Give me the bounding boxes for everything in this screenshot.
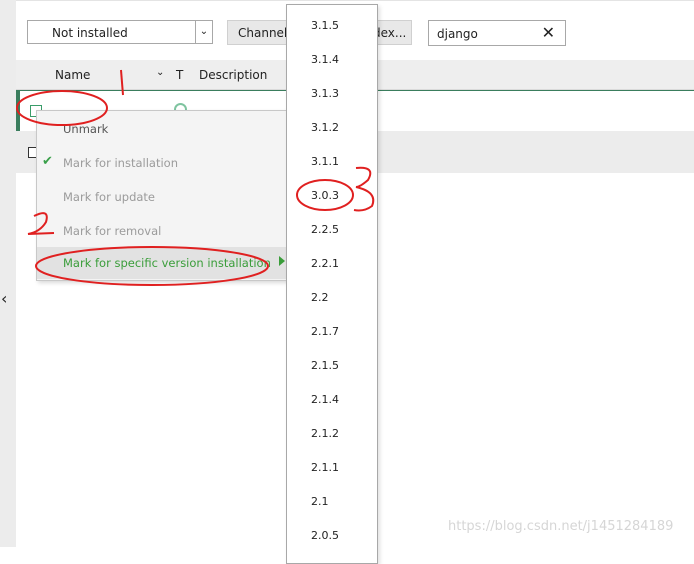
sort-chevron-icon[interactable]: ⌄ <box>156 67 164 78</box>
close-icon[interactable]: ✕ <box>542 23 555 42</box>
version-item[interactable]: 2.2.5 <box>311 223 339 236</box>
column-header-type[interactable]: T <box>176 68 183 82</box>
search-input[interactable]: django ✕ <box>428 20 566 46</box>
menu-item-unmark[interactable]: Unmark <box>63 122 108 136</box>
version-submenu: 3.1.5 3.1.4 3.1.3 3.1.2 3.1.1 3.0.3 2.2.… <box>286 4 378 564</box>
version-item[interactable]: 3.1.5 <box>311 19 339 32</box>
version-item[interactable]: 3.1.4 <box>311 53 339 66</box>
version-item[interactable]: 2.1.2 <box>311 427 339 440</box>
version-item[interactable]: 2.0.5 <box>311 529 339 542</box>
version-item[interactable]: 2.1.5 <box>311 359 339 372</box>
menu-item-mark-for-removal[interactable]: Mark for removal <box>63 224 161 238</box>
version-item[interactable]: 2.2.1 <box>311 257 339 270</box>
check-icon: ✔ <box>42 154 53 169</box>
version-item[interactable]: 3.1.1 <box>311 155 339 168</box>
menu-item-specific-version[interactable]: Mark for specific version installation <box>37 247 287 279</box>
version-item[interactable]: 2.1 <box>311 495 329 508</box>
search-value: django <box>437 27 478 41</box>
environment-filter-select[interactable]: Not installed ⌄ <box>27 20 213 44</box>
version-item[interactable]: 2.1.1 <box>311 461 339 474</box>
version-item[interactable]: 2.1.7 <box>311 325 339 338</box>
menu-item-mark-for-installation[interactable]: Mark for installation <box>63 156 178 170</box>
menu-item-mark-for-update[interactable]: Mark for update <box>63 190 155 204</box>
collapse-chevron-icon[interactable]: ‹ <box>1 291 7 307</box>
version-item[interactable]: 3.1.2 <box>311 121 339 134</box>
chevron-down-icon[interactable]: ⌄ <box>195 21 212 43</box>
version-item[interactable]: 3.0.3 <box>311 189 339 202</box>
submenu-label: Mark for specific version installation <box>63 256 271 270</box>
column-header-description[interactable]: Description <box>199 68 267 82</box>
side-panel-strip <box>0 0 16 547</box>
environment-filter-value: Not installed <box>52 26 128 40</box>
watermark: https://blog.csdn.net/j1451284189 <box>448 519 674 534</box>
version-item[interactable]: 2.1.4 <box>311 393 339 406</box>
version-item[interactable]: 2.2 <box>311 291 329 304</box>
version-item[interactable]: 3.1.3 <box>311 87 339 100</box>
column-header-name[interactable]: Name <box>55 68 90 82</box>
submenu-arrow-icon <box>279 256 285 266</box>
update-index-label: dex... <box>373 26 407 40</box>
context-menu: Unmark ✔ Mark for installation Mark for … <box>36 110 288 281</box>
selection-bar <box>16 91 20 131</box>
